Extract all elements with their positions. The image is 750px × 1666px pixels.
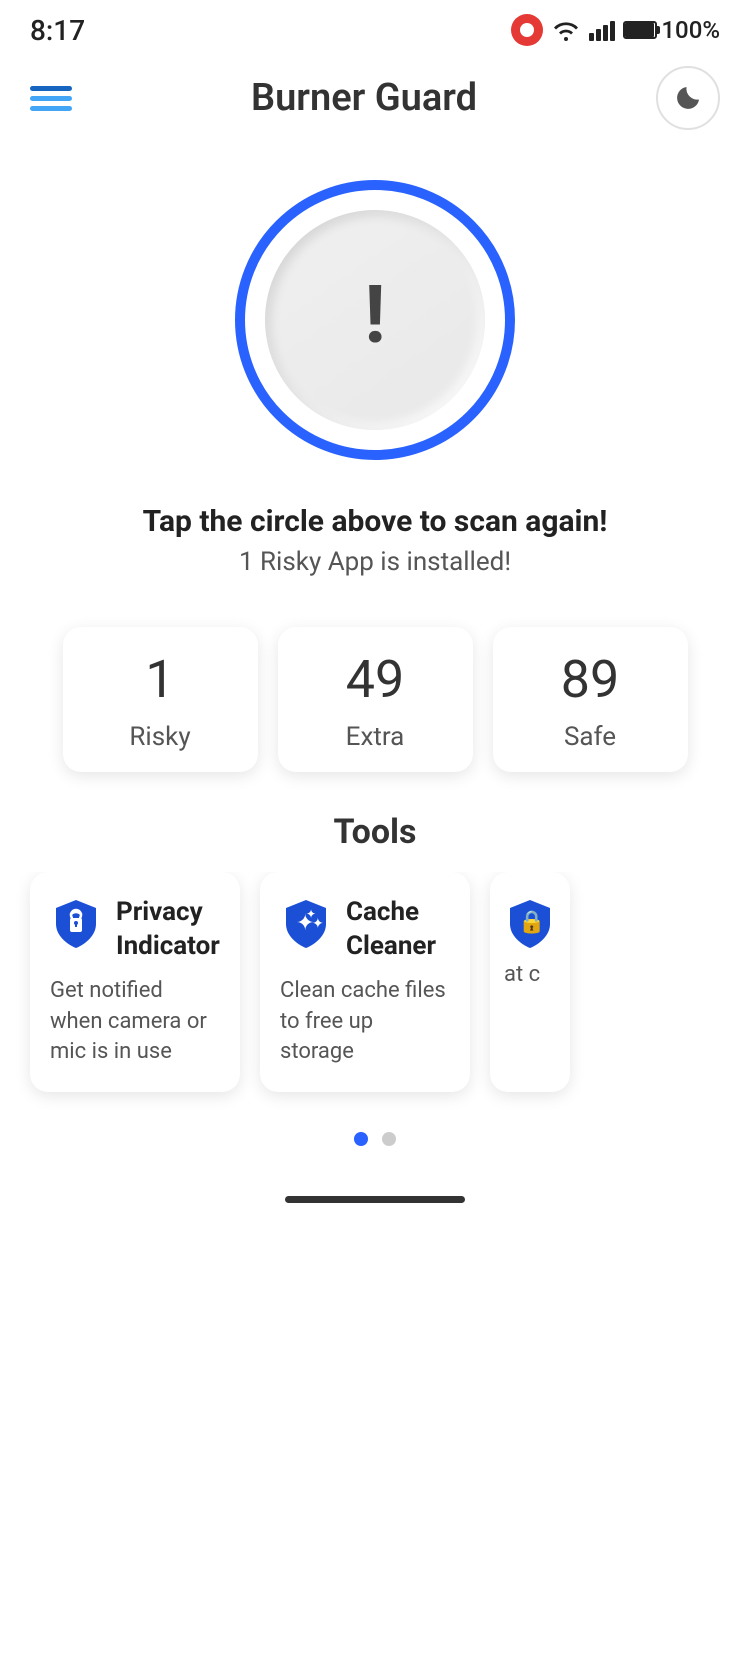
tools-cards-container: Privacy Indicator Get notified when came… <box>0 872 750 1112</box>
tool-card-cache-cleaner[interactable]: ✦ ✦ ✦ Cache Cleaner Clean cache files to… <box>260 872 470 1092</box>
pagination-dot-2[interactable] <box>382 1132 396 1146</box>
status-time: 8:17 <box>30 14 85 47</box>
scan-exclamation: ! <box>364 275 386 355</box>
menu-button[interactable] <box>30 86 72 111</box>
status-bar: 8:17 100% <box>0 0 750 56</box>
home-indicator <box>285 1196 465 1203</box>
scan-circle-button[interactable]: ! <box>235 180 515 460</box>
pagination-dot-1[interactable] <box>354 1132 368 1146</box>
top-nav: Burner Guard <box>0 56 750 150</box>
bottom-bar <box>0 1176 750 1233</box>
cache-cleaner-description: Clean cache files to free up storage <box>280 976 450 1068</box>
tool-card-privacy-indicator[interactable]: Privacy Indicator Get notified when came… <box>30 872 240 1092</box>
battery-indicator: 100% <box>623 16 720 44</box>
scan-circle-inner: ! <box>265 210 485 430</box>
stat-card-safe[interactable]: 89 Safe <box>493 627 688 772</box>
svg-text:✦: ✦ <box>312 915 324 931</box>
privacy-indicator-description: Get notified when camera or mic is in us… <box>50 976 220 1068</box>
theme-toggle-button[interactable] <box>656 66 720 130</box>
cache-cleaner-icon: ✦ ✦ ✦ <box>280 896 332 948</box>
stat-label-risky: Risky <box>129 722 190 752</box>
tools-header: Tools <box>0 782 750 872</box>
battery-text: 100% <box>661 16 720 44</box>
stat-card-extra[interactable]: 49 Extra <box>278 627 473 772</box>
cache-cleaner-title: Cache Cleaner <box>346 896 450 964</box>
stat-label-safe: Safe <box>564 722 616 752</box>
status-icons: 100% <box>511 14 720 46</box>
partial-tool-icon: 🔒 <box>504 896 556 948</box>
app-title: Burner Guard <box>251 76 477 120</box>
stat-card-risky[interactable]: 1 Risky <box>63 627 258 772</box>
scan-section: ! <box>0 150 750 480</box>
scan-main-text: Tap the circle above to scan again! <box>20 504 730 539</box>
stat-number-risky: 1 <box>145 651 174 708</box>
stat-number-safe: 89 <box>561 651 619 708</box>
scan-text-section: Tap the circle above to scan again! 1 Ri… <box>0 480 750 587</box>
moon-icon <box>672 82 704 114</box>
pagination-dots <box>0 1112 750 1176</box>
privacy-indicator-icon <box>50 896 102 948</box>
scan-sub-text: 1 Risky App is installed! <box>20 547 730 577</box>
wifi-icon <box>551 19 581 41</box>
privacy-indicator-title: Privacy Indicator <box>116 896 220 964</box>
signal-icon <box>589 19 615 41</box>
partial-tool-text: at c <box>504 960 570 991</box>
stat-number-extra: 49 <box>346 651 404 708</box>
svg-text:🔒: 🔒 <box>518 909 545 934</box>
stat-label-extra: Extra <box>346 722 405 752</box>
tool-card-partial: 🔒 at c <box>490 872 570 1092</box>
record-icon <box>511 14 543 46</box>
stats-section: 1 Risky 49 Extra 89 Safe <box>0 587 750 782</box>
